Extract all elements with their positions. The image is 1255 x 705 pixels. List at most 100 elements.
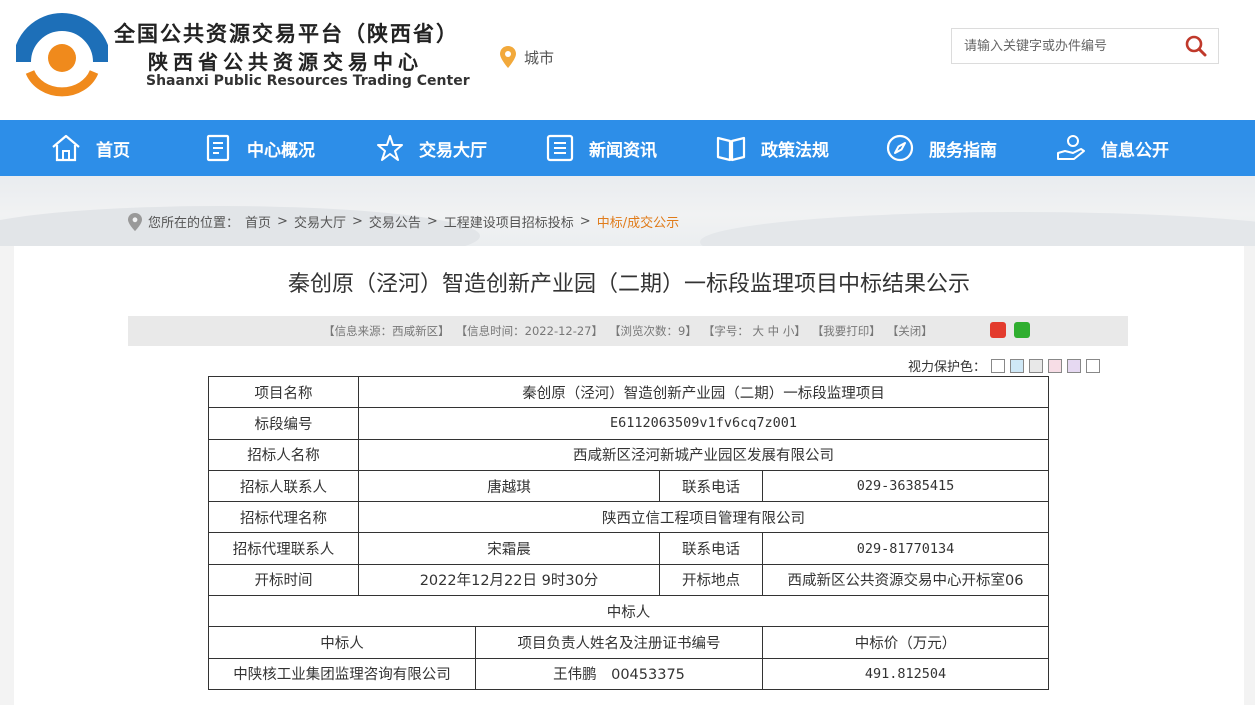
eye-care-swatch-pink[interactable] <box>1048 358 1063 373</box>
eye-care-swatch-blue[interactable] <box>1010 358 1025 373</box>
eye-care-swatch-default[interactable] <box>1086 358 1101 373</box>
open-time-value: 2022年12月22日 9时30分 <box>358 563 660 597</box>
breadcrumb-item-home[interactable]: 首页 <box>245 212 271 231</box>
nav-label: 信息公开 <box>1101 140 1169 161</box>
font-size-control: 【字号： 大 中 小】 <box>703 323 806 339</box>
nav-label: 中心概况 <box>247 140 315 161</box>
site-subtitle-cn: 陕西省公共资源交易中心 <box>148 50 423 74</box>
page-banner <box>0 176 1255 246</box>
price-value: 491.812504 <box>762 657 1049 690</box>
table-row: 中标人 项目负责人姓名及注册证书编号 中标价（万元） <box>208 626 1049 659</box>
tenderer-value: 西咸新区泾河新城产业园区发展有限公司 <box>358 438 1049 471</box>
share-icons <box>990 322 1030 338</box>
print-button[interactable]: 【我要打印】 <box>812 323 881 339</box>
table-row: 中陕核工业集团监理咨询有限公司 王伟鹏 00453375 491.812504 <box>208 657 1049 690</box>
table-column-header: 中标人 <box>208 626 476 659</box>
table-label: 标段编号 <box>208 407 359 440</box>
nav-item-policy[interactable]: 政策法规 <box>715 120 829 176</box>
compass-icon <box>886 134 914 162</box>
table-label: 招标人联系人 <box>208 469 359 503</box>
project-name-value: 秦创原（泾河）智造创新产业园（二期）一标段监理项目 <box>358 375 1049 409</box>
winner-value: 中陕核工业集团监理咨询有限公司 <box>208 657 476 690</box>
open-place-value: 西咸新区公共资源交易中心开标室06 <box>762 563 1049 597</box>
eye-care-label: 视力保护色： <box>908 360 987 375</box>
table-row: 招标人联系人 唐越琪 联系电话 029-36385415 <box>208 469 1049 503</box>
close-button[interactable]: 【关闭】 <box>887 323 933 339</box>
breadcrumb-separator: > <box>579 214 591 229</box>
nav-item-about[interactable]: 中心概况 <box>205 120 315 176</box>
agency-value: 陕西立信工程项目管理有限公司 <box>358 501 1049 534</box>
font-size-medium-button[interactable]: 中 <box>768 324 780 338</box>
site-title-en: Shaanxi Public Resources Trading Center <box>146 73 470 89</box>
nav-item-service-guide[interactable]: 服务指南 <box>885 120 997 176</box>
eye-care-swatch-purple[interactable] <box>1067 358 1082 373</box>
font-size-end: 】 <box>794 324 806 338</box>
manager-value: 王伟鹏 00453375 <box>475 657 763 690</box>
table-label: 联系电话 <box>659 532 763 565</box>
breadcrumb-separator: > <box>426 214 438 229</box>
table-label: 联系电话 <box>659 469 763 503</box>
breadcrumb-prefix: 您所在的位置： <box>148 216 240 231</box>
table-label: 招标人名称 <box>208 438 359 471</box>
breadcrumb-separator: > <box>351 214 363 229</box>
site-header: 全国公共资源交易平台（陕西省） 陕西省公共资源交易中心 Shaanxi Publ… <box>0 0 1255 120</box>
document-icon <box>206 134 230 162</box>
breadcrumb-separator: > <box>277 214 288 229</box>
table-label: 招标代理联系人 <box>208 532 359 565</box>
home-icon <box>52 134 80 162</box>
agency-phone-value: 029-81770134 <box>762 532 1049 565</box>
eye-care-swatch-gray[interactable] <box>1029 358 1044 373</box>
meta-source: 【信息来源：西咸新区】 <box>323 324 450 338</box>
search-box <box>951 28 1219 64</box>
nav-label: 新闻资讯 <box>589 140 657 161</box>
table-column-header: 项目负责人姓名及注册证书编号 <box>475 626 763 659</box>
table-column-header: 中标价（万元） <box>762 626 1049 659</box>
table-label: 开标时间 <box>208 563 359 597</box>
nav-item-home[interactable]: 首页 <box>50 120 130 176</box>
meta-views: 【浏览次数：9】 <box>609 324 697 338</box>
tenderer-phone-value: 029-36385415 <box>762 469 1049 503</box>
nav-label: 政策法规 <box>761 140 829 161</box>
site-logo[interactable] <box>16 10 108 102</box>
meta-time: 【信息时间：2022-12-27】 <box>455 324 604 338</box>
font-size-label: 【字号： <box>702 324 749 338</box>
weibo-share-icon[interactable] <box>990 322 1006 338</box>
table-label: 项目名称 <box>208 375 359 409</box>
eye-care-swatch-white[interactable] <box>991 358 1006 373</box>
nav-item-trading-hall[interactable]: 交易大厅 <box>375 120 487 176</box>
news-icon <box>546 134 574 162</box>
search-input[interactable] <box>952 29 1174 63</box>
hand-icon <box>1057 135 1085 160</box>
wechat-share-icon[interactable] <box>1014 322 1030 338</box>
article-meta-bar: 【信息来源：西咸新区】 【信息时间：2022-12-27】 【浏览次数：9】 【… <box>128 316 1128 346</box>
nav-item-news[interactable]: 新闻资讯 <box>545 120 657 176</box>
breadcrumb: 您所在的位置： 首页 > 交易大厅 > 交易公告 > 工程建设项目招标投标 > … <box>128 212 679 231</box>
bid-result-table: 项目名称 秦创原（泾河）智造创新产业园（二期）一标段监理项目 标段编号 E611… <box>208 375 1049 690</box>
table-label: 开标地点 <box>659 563 763 597</box>
breadcrumb-item-construction-bidding[interactable]: 工程建设项目招标投标 <box>444 212 574 231</box>
section-no-value: E6112063509v1fv6cq7z001 <box>358 407 1049 440</box>
nav-label: 首页 <box>96 140 130 161</box>
font-size-large-button[interactable]: 大 <box>753 324 765 338</box>
book-icon <box>716 136 746 162</box>
nav-label: 服务指南 <box>929 140 997 161</box>
city-label: 城市 <box>524 48 555 67</box>
location-pin-icon <box>128 212 142 231</box>
breadcrumb-item-announcements[interactable]: 交易公告 <box>369 212 421 231</box>
font-size-small-button[interactable]: 小 <box>783 324 795 338</box>
nav-label: 交易大厅 <box>419 140 487 161</box>
article-title: 秦创原（泾河）智造创新产业园（二期）一标段监理项目中标结果公示 <box>287 272 970 297</box>
tenderer-contact-value: 唐越琪 <box>358 469 660 503</box>
breadcrumb-item-trading-hall[interactable]: 交易大厅 <box>294 212 346 231</box>
breadcrumb-item-current[interactable]: 中标/成交公示 <box>597 212 679 231</box>
agency-contact-value: 宋霜晨 <box>358 532 660 565</box>
winner-section-header: 中标人 <box>208 595 1049 628</box>
table-row: 开标时间 2022年12月22日 9时30分 开标地点 西咸新区公共资源交易中心… <box>208 563 1049 597</box>
table-row: 招标代理联系人 宋霜晨 联系电话 029-81770134 <box>208 532 1049 565</box>
table-row: 招标人名称 西咸新区泾河新城产业园区发展有限公司 <box>208 438 1049 471</box>
nav-item-disclosure[interactable]: 信息公开 <box>1055 120 1169 176</box>
search-icon[interactable] <box>1174 29 1218 63</box>
location-pin-icon <box>500 46 516 68</box>
content-panel: 秦创原（泾河）智造创新产业园（二期）一标段监理项目中标结果公示 【信息来源：西咸… <box>14 246 1244 705</box>
city-selector[interactable]: 城市 <box>500 45 554 69</box>
